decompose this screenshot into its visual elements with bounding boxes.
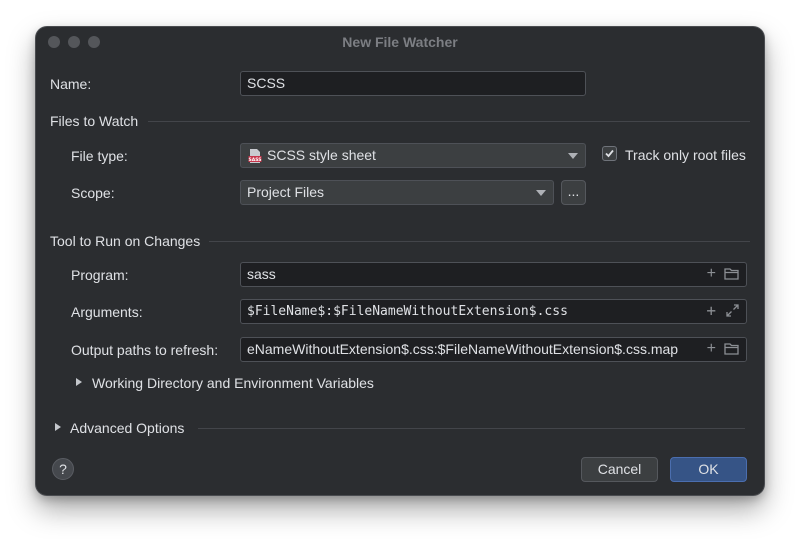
arguments-label: Arguments: xyxy=(71,304,143,320)
plus-icon[interactable]: + xyxy=(706,303,716,319)
chevron-down-icon xyxy=(536,190,546,196)
expand-triangle-icon[interactable] xyxy=(55,423,61,431)
checkmark-icon xyxy=(605,149,614,158)
svg-text:SASS: SASS xyxy=(248,157,261,163)
scope-value: Project Files xyxy=(247,184,325,200)
new-file-watcher-dialog: New File Watcher Name: SCSS Files to Wat… xyxy=(36,27,764,495)
scope-more-button[interactable]: ... xyxy=(561,180,586,205)
chevron-down-icon xyxy=(568,153,578,159)
plus-icon[interactable]: + xyxy=(707,341,716,357)
folder-icon[interactable] xyxy=(724,267,739,280)
file-type-value: SCSS style sheet xyxy=(267,147,376,163)
file-type-dropdown[interactable]: SASS SCSS style sheet xyxy=(240,143,586,168)
name-label: Name: xyxy=(50,76,92,92)
arguments-input[interactable]: $FileName$:$FileNameWithoutExtension$.cs… xyxy=(240,299,747,324)
name-input[interactable]: SCSS xyxy=(240,71,586,96)
section-divider xyxy=(198,428,745,429)
cancel-button[interactable]: Cancel xyxy=(581,457,658,482)
program-label: Program: xyxy=(71,267,129,283)
dialog-title: New File Watcher xyxy=(342,34,458,50)
scope-dropdown[interactable]: Project Files xyxy=(240,180,554,205)
help-button[interactable]: ? xyxy=(52,458,74,480)
section-divider xyxy=(209,241,750,242)
plus-icon[interactable]: + xyxy=(707,266,716,282)
files-to-watch-heading: Files to Watch xyxy=(50,113,139,129)
expand-icon[interactable] xyxy=(726,304,739,317)
folder-icon[interactable] xyxy=(724,342,739,355)
output-paths-input[interactable]: eNameWithoutExtension$.css:$FileNameWith… xyxy=(240,337,747,362)
advanced-options-toggle[interactable]: Advanced Options xyxy=(70,420,184,436)
file-type-label: File type: xyxy=(71,148,128,164)
output-paths-label: Output paths to refresh: xyxy=(71,342,219,358)
title-bar: New File Watcher xyxy=(36,27,764,57)
working-directory-toggle[interactable]: Working Directory and Environment Variab… xyxy=(92,375,374,391)
track-root-label[interactable]: Track only root files xyxy=(625,147,746,163)
tool-to-run-heading: Tool to Run on Changes xyxy=(50,233,201,249)
sass-file-icon: SASS xyxy=(248,149,262,163)
scope-label: Scope: xyxy=(71,185,115,201)
program-input[interactable]: sass + xyxy=(240,262,747,287)
arguments-value: $FileName$:$FileNameWithoutExtension$.cs… xyxy=(247,304,568,319)
output-paths-value: eNameWithoutExtension$.css:$FileNameWith… xyxy=(247,341,679,357)
program-value: sass xyxy=(247,266,276,282)
expand-triangle-icon[interactable] xyxy=(76,378,82,386)
section-divider xyxy=(148,121,750,122)
track-root-checkbox[interactable] xyxy=(602,146,617,161)
ok-button[interactable]: OK xyxy=(670,457,747,482)
